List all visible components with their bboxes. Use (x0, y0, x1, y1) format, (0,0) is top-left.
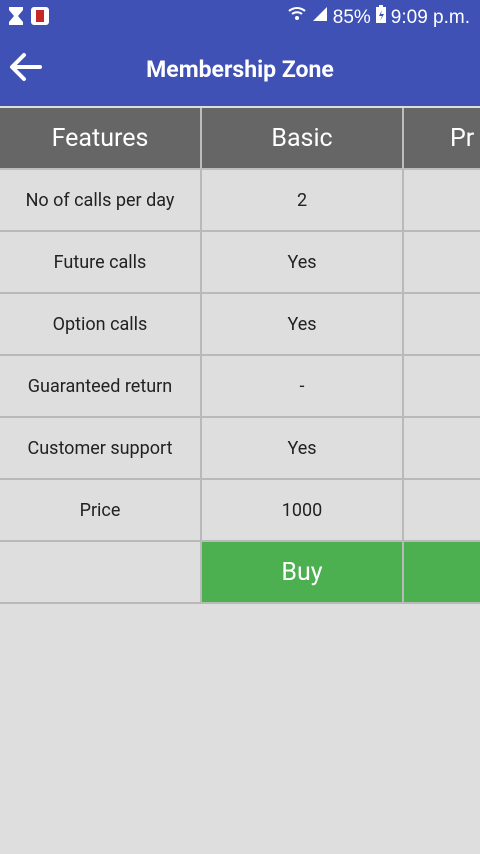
header-premium: Pr (404, 108, 480, 170)
table-row: Option calls Yes (0, 294, 480, 356)
premium-cell (404, 232, 480, 294)
table-row: Customer support Yes (0, 418, 480, 480)
clock: 9:09 p.m. (390, 6, 470, 28)
basic-cell: Yes (202, 232, 404, 294)
table-row: Future calls Yes (0, 232, 480, 294)
feature-cell: Guaranteed return (0, 356, 202, 418)
premium-cell (404, 418, 480, 480)
feature-cell: Option calls (0, 294, 202, 356)
header-basic: Basic (202, 108, 404, 170)
app-bar: Membership Zone (0, 32, 480, 106)
basic-cell: Yes (202, 294, 404, 356)
table-row: Guaranteed return - (0, 356, 480, 418)
buy-basic-button[interactable]: Buy (202, 542, 404, 604)
battery-charging-icon (375, 4, 387, 31)
premium-cell (404, 170, 480, 232)
table-row: No of calls per day 2 (0, 170, 480, 232)
wifi-icon (287, 4, 307, 31)
signal-icon (311, 5, 329, 30)
feature-cell: Future calls (0, 232, 202, 294)
premium-cell (404, 294, 480, 356)
buy-premium-button[interactable] (404, 542, 480, 604)
app-notification-icon (30, 6, 50, 30)
feature-cell: No of calls per day (0, 170, 202, 232)
premium-cell (404, 480, 480, 542)
header-features: Features (0, 108, 202, 170)
table-row: Price 1000 (0, 480, 480, 542)
feature-cell: Customer support (0, 418, 202, 480)
basic-cell: 2 (202, 170, 404, 232)
basic-cell: Yes (202, 418, 404, 480)
basic-cell: - (202, 356, 404, 418)
feature-cell: Price (0, 480, 202, 542)
page-title: Membership Zone (146, 55, 334, 83)
membership-table: Features Basic Pr No of calls per day 2 … (0, 108, 480, 604)
basic-cell: 1000 (202, 480, 404, 542)
status-bar: 85% 9:09 p.m. (0, 0, 480, 32)
premium-cell (404, 356, 480, 418)
battery-percent: 85% (332, 6, 371, 28)
hourglass-icon (8, 6, 24, 30)
empty-cell (0, 542, 202, 604)
buy-row: Buy (0, 542, 480, 604)
table-header-row: Features Basic Pr (0, 108, 480, 170)
